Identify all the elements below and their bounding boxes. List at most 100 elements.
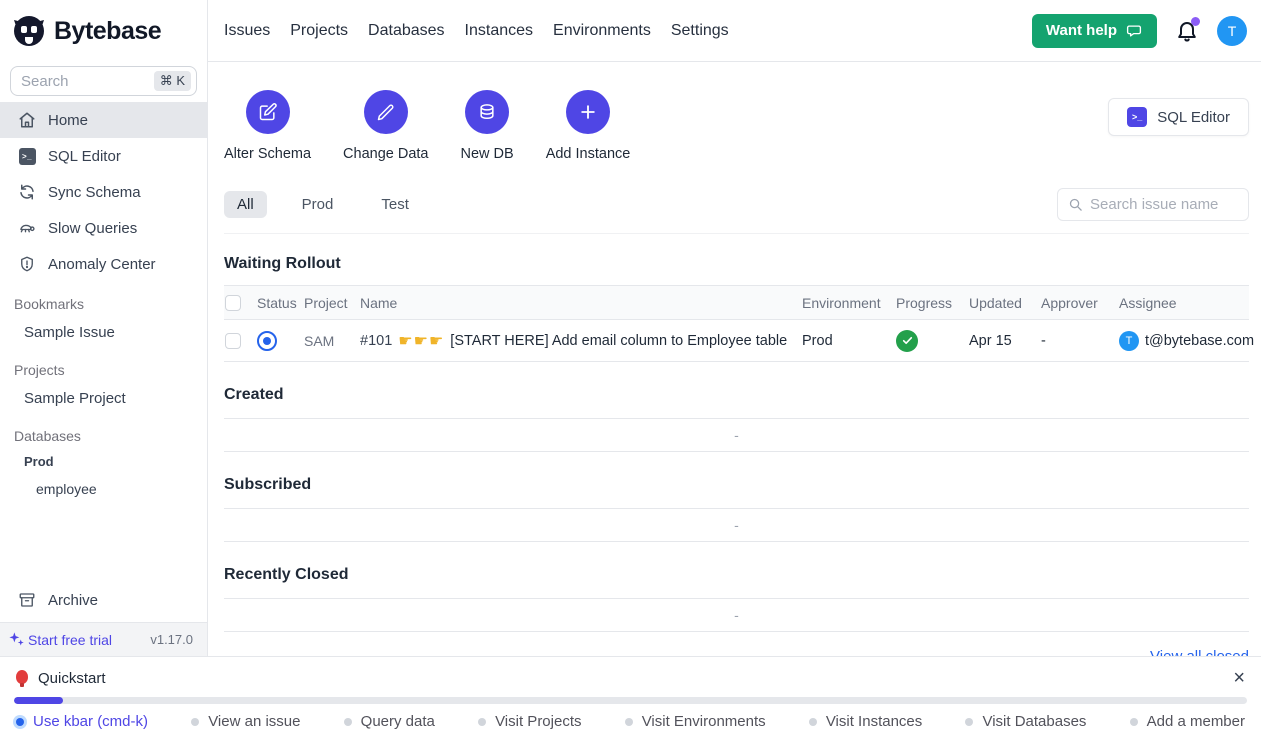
view-all-closed-link[interactable]: View all closed [1150,648,1249,656]
table-row[interactable]: SAM #101 ☛☛☛ [START HERE] Add email colu… [224,320,1249,362]
tab-prod[interactable]: Prod [289,191,347,218]
nav-projects[interactable]: Projects [290,22,348,40]
row-approver: - [1041,333,1119,349]
col-updated: Updated [969,295,1041,311]
shield-icon [18,255,36,273]
sidebar-db-group-prod[interactable]: Prod [0,448,207,474]
step-visit-environments[interactable]: Visit Environments [625,713,766,730]
sidebar-link-sample-issue[interactable]: Sample Issue [0,316,207,348]
sidebar-item-label: Slow Queries [48,220,137,237]
pencil-icon [364,90,408,134]
app: Bytebase ⌘ K Home >_ SQL Editor Sync Sch [0,0,1261,656]
nav-instances[interactable]: Instances [465,22,533,40]
alter-schema-button[interactable]: Alter Schema [224,90,311,162]
sidebar-item-slow-queries[interactable]: Slow Queries [0,210,207,246]
nav-environments[interactable]: Environments [553,22,651,40]
sidebar-item-anomaly-center[interactable]: Anomaly Center [0,246,207,282]
start-free-trial-link[interactable]: Start free trial [8,631,112,648]
nav-issues[interactable]: Issues [224,22,270,40]
col-environment: Environment [802,295,896,311]
sidebar-nav: Home >_ SQL Editor Sync Schema Slow Quer… [0,102,207,282]
progress-done-icon [896,330,918,352]
sidebar-item-label: Sync Schema [48,184,141,201]
sidebar-item-sql-editor[interactable]: >_ SQL Editor [0,138,207,174]
brand-name: Bytebase [54,17,161,46]
row-name[interactable]: #101 ☛☛☛ [START HERE] Add email column t… [360,331,802,351]
sidebar-item-label: SQL Editor [48,148,121,165]
sidebar-spacer [0,504,207,582]
user-avatar[interactable]: T [1217,16,1247,46]
subscribed-empty-row: - [224,508,1249,542]
notification-bell-icon[interactable] [1175,19,1199,43]
section-recently-closed: Recently Closed - [224,566,1249,632]
add-instance-button[interactable]: Add Instance [546,90,631,162]
step-visit-databases[interactable]: Visit Databases [965,713,1086,730]
terminal-icon: >_ [1127,107,1147,127]
quickstart-header: Quickstart × [0,665,1261,691]
table-header-row: Status Project Name Environment Progress… [224,286,1249,320]
waiting-rollout-table: Status Project Name Environment Progress… [224,285,1249,362]
version-label: v1.17.0 [150,632,193,647]
col-assignee: Assignee [1119,295,1249,311]
quickstart-steps: Use kbar (cmd-k) View an issue Query dat… [0,713,1261,730]
sidebar-item-label: Anomaly Center [48,256,156,273]
step-dot [478,718,486,726]
sparkles-icon [8,631,25,648]
issue-id: #101 [360,333,392,349]
new-db-button[interactable]: New DB [461,90,514,162]
sidebar-item-sync-schema[interactable]: Sync Schema [0,174,207,210]
step-query-data[interactable]: Query data [344,713,435,730]
col-name: Name [360,295,802,311]
nav-databases[interactable]: Databases [368,22,445,40]
col-status: Status [257,295,304,311]
change-data-button[interactable]: Change Data [343,90,428,162]
step-visit-instances[interactable]: Visit Instances [809,713,922,730]
sidebar-db-employee[interactable]: employee [0,474,207,504]
close-icon[interactable]: × [1233,668,1245,688]
sidebar-item-home[interactable]: Home [0,102,207,138]
step-dot [1130,718,1138,726]
quick-actions: Alter Schema Change Data New DB [224,90,1249,162]
issue-open-status-icon [257,331,277,351]
bytebase-logo-icon [10,12,48,50]
row-updated: Apr 15 [969,333,1041,349]
step-dot-active [16,718,24,726]
sidebar-section-projects: Projects [14,362,207,378]
view-all-closed-row: View all closed [224,648,1249,656]
balloon-icon [16,670,29,686]
section-title-subscribed: Subscribed [224,476,1249,494]
nav-settings[interactable]: Settings [671,22,729,40]
brand-logo[interactable]: Bytebase [0,0,207,62]
sidebar-item-archive[interactable]: Archive [0,582,207,618]
row-checkbox[interactable] [225,333,241,349]
sidebar-section-databases: Databases [14,428,207,444]
sidebar-search[interactable]: ⌘ K [10,66,197,96]
step-visit-projects[interactable]: Visit Projects [478,713,581,730]
sidebar-link-sample-project[interactable]: Sample Project [0,382,207,414]
main-area: Issues Projects Databases Instances Envi… [208,0,1261,656]
want-help-button[interactable]: Want help [1032,14,1157,48]
issue-search-input[interactable] [1090,196,1238,213]
step-add-a-member[interactable]: Add a member [1130,713,1245,730]
section-title-waiting-rollout: Waiting Rollout [224,255,1249,273]
home-icon [18,111,36,129]
plus-icon [566,90,610,134]
search-shortcut-badge: ⌘ K [154,71,191,91]
tab-test[interactable]: Test [368,191,422,218]
issue-toolbar: All Prod Test [224,188,1249,234]
tab-all[interactable]: All [224,191,267,218]
top-bar: Issues Projects Databases Instances Envi… [208,0,1261,62]
issue-search[interactable] [1057,188,1249,221]
step-dot [344,718,352,726]
step-use-kbar[interactable]: Use kbar (cmd-k) [16,713,148,730]
col-approver: Approver [1041,295,1119,311]
sync-icon [18,183,36,201]
quickstart-progress-track [14,697,1247,704]
recently-closed-empty-row: - [224,598,1249,632]
section-title-created: Created [224,386,1249,404]
sql-editor-button[interactable]: >_ SQL Editor [1108,98,1249,136]
step-dot [965,718,973,726]
sidebar-search-input[interactable] [21,73,148,90]
step-view-an-issue[interactable]: View an issue [191,713,300,730]
select-all-checkbox[interactable] [225,295,241,311]
